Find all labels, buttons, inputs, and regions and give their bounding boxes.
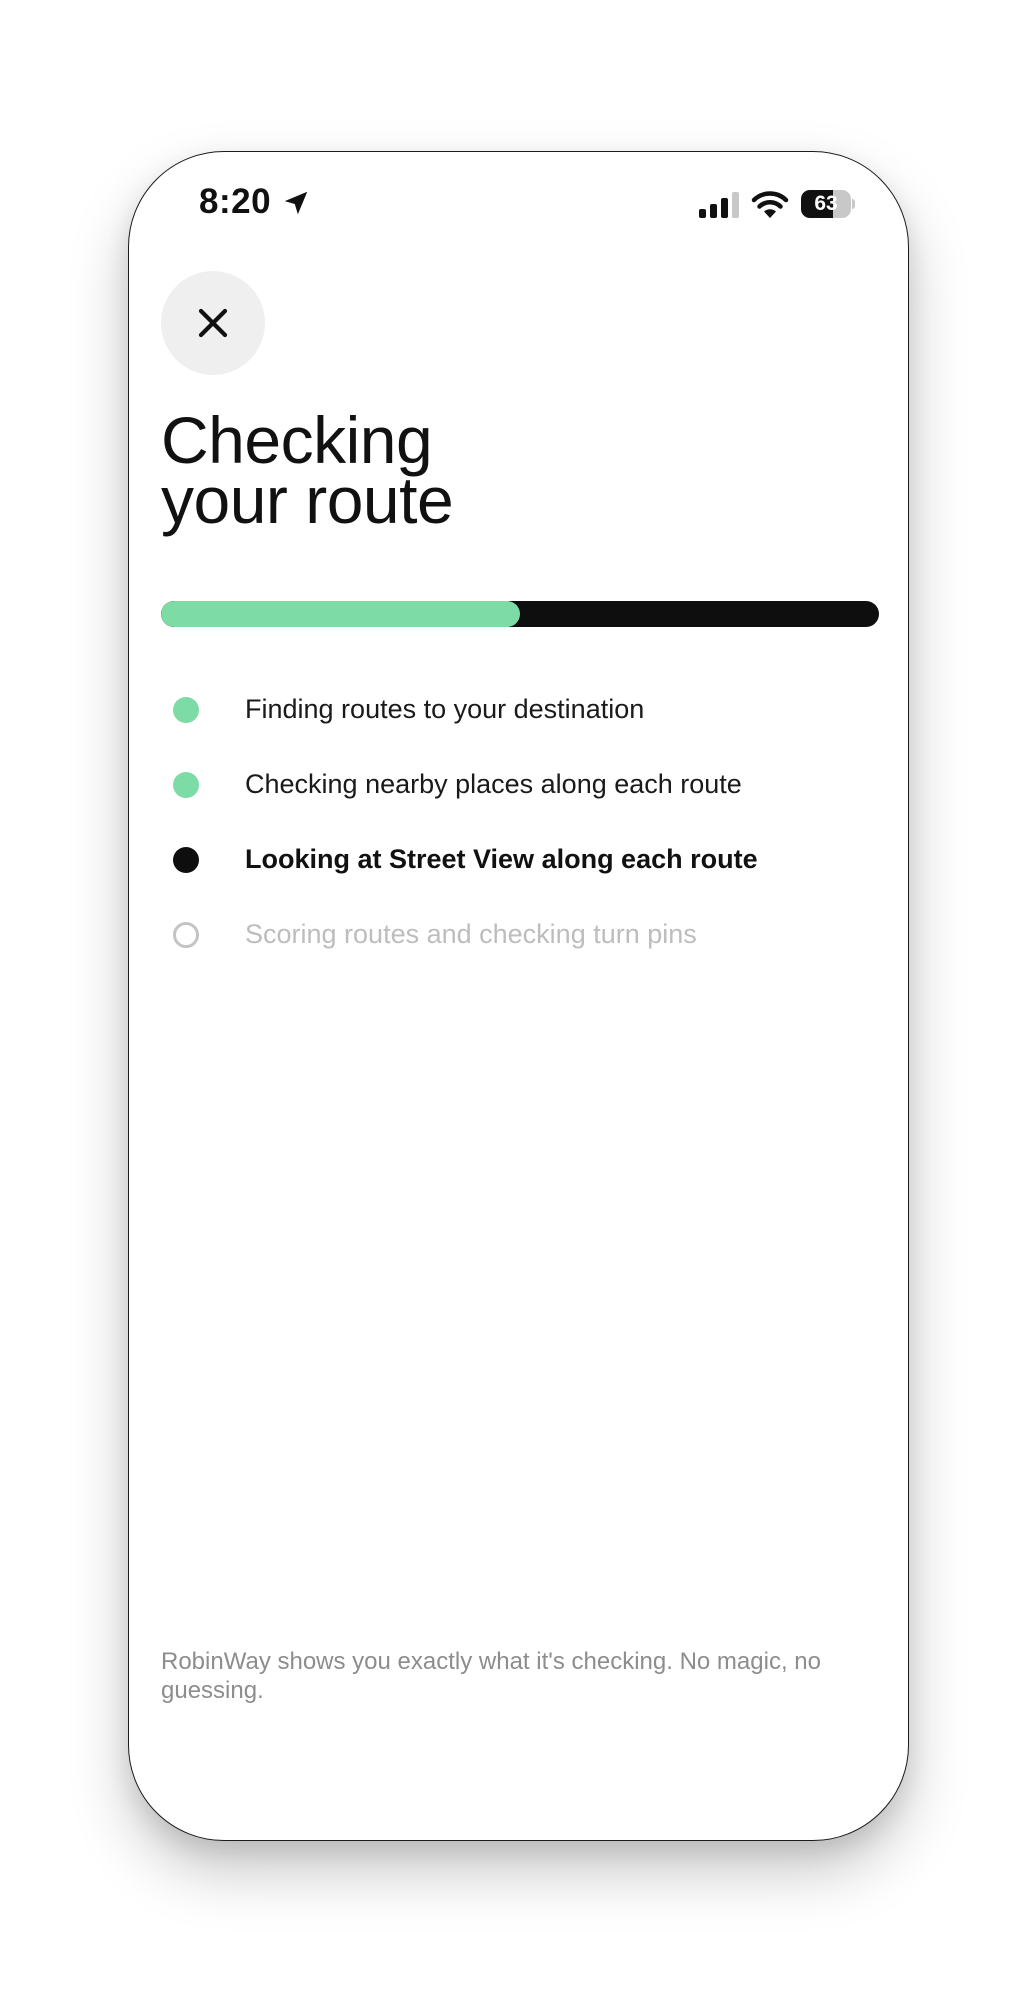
step-label: Finding routes to your destination bbox=[245, 694, 645, 724]
phone-frame: 8:20 63 Checking your route Finding rout… bbox=[128, 151, 909, 1841]
status-bar: 8:20 63 bbox=[129, 152, 908, 262]
step-item: Finding routes to your destination bbox=[161, 672, 879, 747]
step-item: Looking at Street View along each route bbox=[161, 822, 879, 897]
step-status-dot bbox=[173, 771, 199, 798]
progress-bar-fill bbox=[161, 601, 520, 627]
progress-bar bbox=[161, 601, 879, 627]
battery-level: 63 bbox=[814, 192, 838, 215]
status-time: 8:20 bbox=[199, 182, 272, 221]
page-title: Checking your route bbox=[161, 403, 761, 537]
close-icon bbox=[198, 308, 228, 338]
step-status-dot bbox=[173, 696, 199, 723]
location-arrow-icon bbox=[284, 191, 308, 215]
step-label: Scoring routes and checking turn pins bbox=[245, 919, 697, 949]
footer-note: RobinWay shows you exactly what it's che… bbox=[161, 1648, 821, 1704]
close-button[interactable] bbox=[161, 271, 265, 375]
step-list: Finding routes to your destination Check… bbox=[161, 672, 879, 972]
wifi-icon bbox=[751, 191, 789, 218]
battery-tip bbox=[852, 199, 855, 209]
battery-icon: 63 bbox=[801, 190, 855, 218]
step-status-dot bbox=[173, 846, 199, 873]
page-title-line-2: your route bbox=[161, 463, 454, 537]
page-title-line-1: Checking bbox=[161, 403, 433, 477]
step-item: Checking nearby places along each route bbox=[161, 747, 879, 822]
cellular-signal-icon bbox=[699, 192, 739, 218]
step-item: Scoring routes and checking turn pins bbox=[161, 897, 879, 972]
step-label: Looking at Street View along each route bbox=[245, 844, 758, 874]
step-status-dot bbox=[173, 921, 199, 948]
step-label: Checking nearby places along each route bbox=[245, 769, 742, 799]
battery-body: 63 bbox=[801, 190, 851, 218]
